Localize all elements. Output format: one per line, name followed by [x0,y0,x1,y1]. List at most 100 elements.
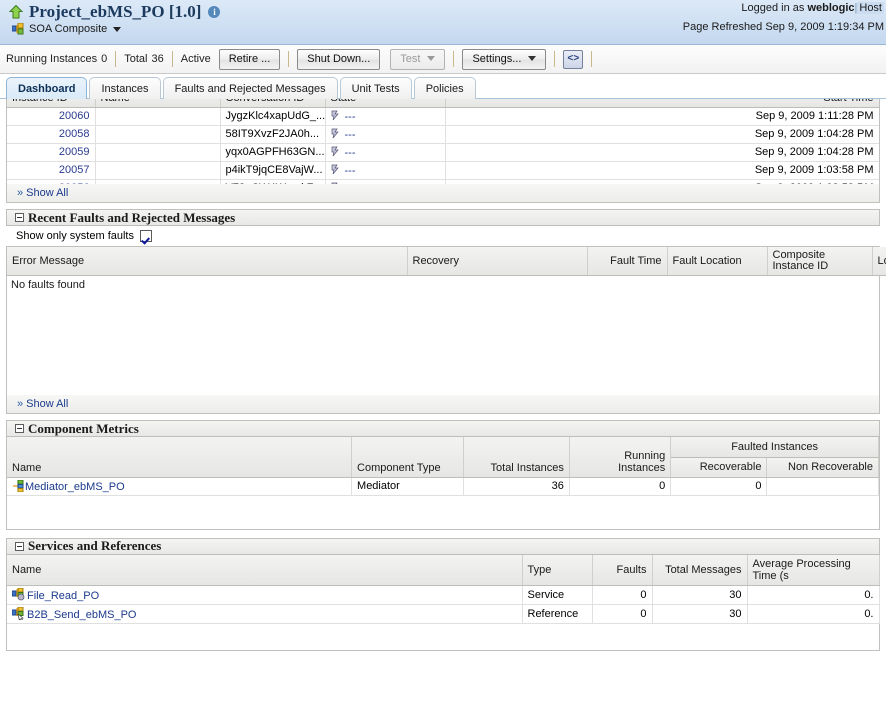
state-flag-icon [331,146,340,157]
cell-instance-id[interactable]: 20060 [7,107,95,125]
faults-show-all-row[interactable]: » Show All [6,395,880,414]
composite-toolbar: Running Instances0 Total36 Active Retire… [0,45,886,74]
cell-start-time: Sep 9, 2009 1:04:28 PM [445,125,879,143]
faults-table: Error Message Recovery Fault Time Fault … [7,247,886,276]
logged-in-user: weblogic [807,2,854,14]
cell-start-time: Sep 9, 2009 1:03:58 PM [445,179,879,184]
cell-start-time: Sep 9, 2009 1:03:58 PM [445,161,879,179]
system-faults-checkbox[interactable] [140,230,152,242]
table-row[interactable]: 20057p4ikT9jqCE8VajW...---Sep 9, 2009 1:… [7,161,879,179]
cell-type: Service [522,585,592,604]
table-header-row: Error Message Recovery Fault Time Fault … [7,247,886,276]
col-state[interactable]: State [325,99,445,107]
col-recovery[interactable]: Recovery [407,247,587,276]
col-faulted-instances[interactable]: Faulted Instances [671,437,879,457]
faults-show-all-link[interactable]: Show All [26,398,68,410]
table-row[interactable]: File_Read_POService0300. [7,585,879,604]
table-row[interactable]: 20060JygzKlc4xapUdG_...---Sep 9, 2009 1:… [7,107,879,125]
table-row[interactable]: B2B_Send_ebMS_POReference0300. [7,604,879,623]
col-name[interactable]: Name [7,555,522,586]
component-metrics-empty-area [7,496,879,529]
chevron-down-icon[interactable] [113,27,121,32]
component-link[interactable]: Mediator_ebMS_PO [25,481,125,493]
home-up-arrow-icon[interactable] [8,4,24,20]
tab-faults-and-rejected-messages[interactable]: Faults and Rejected Messages [163,77,338,99]
cell-component-name[interactable]: Mediator_ebMS_PO [7,477,352,495]
collapse-icon[interactable] [15,424,24,433]
col-total-messages[interactable]: Total Messages [652,555,747,586]
component-metrics-table-wrapper: Name Component Type Total Instances Runn… [6,437,880,530]
col-error-message[interactable]: Error Message [7,247,407,276]
col-conversation-id[interactable]: Conversation ID [220,99,325,107]
mediator-icon [12,480,25,492]
col-fault-location[interactable]: Fault Location [667,247,767,276]
col-total-instances[interactable]: Total Instances [463,437,569,477]
table-row[interactable]: 20059yqx0AGPFH63GN...---Sep 9, 2009 1:04… [7,143,879,161]
page-title-row: Project_ebMS_PO [1.0] i [8,2,220,22]
cell-instance-id[interactable]: 20056 [7,179,95,184]
table-row[interactable]: 20056V78qCW4Wr_xkF...---Sep 9, 2009 1:03… [7,179,879,184]
source-code-icon[interactable]: <> [563,50,583,69]
info-icon[interactable]: i [208,6,220,18]
service-link[interactable]: B2B_Send_ebMS_PO [27,609,136,621]
composite-selector[interactable]: SOA Composite [12,23,121,35]
recent-faults-section-header[interactable]: Recent Faults and Rejected Messages [6,209,880,226]
component-metrics-table: Name Component Type Total Instances Runn… [7,437,879,496]
composite-label: SOA Composite [29,23,107,35]
retire-button[interactable]: Retire ... [219,49,281,70]
col-average-processing-time[interactable]: Average Processing Time (s [747,555,879,586]
services-references-table: Name Type Faults Total Messages Average … [7,555,880,624]
cell-name [95,143,220,161]
table-row[interactable]: 2005858IT9XvzF2JA0h...---Sep 9, 2009 1:0… [7,125,879,143]
instances-show-all-row[interactable]: » Show All [6,184,880,203]
col-type[interactable]: Type [522,555,592,586]
tab-instances[interactable]: Instances [89,77,160,99]
services-references-section-header[interactable]: Services and References [6,538,880,555]
cell-conversation-id: JygzKlc4xapUdG_... [220,107,325,125]
collapse-icon[interactable] [15,542,24,551]
tab-policies[interactable]: Policies [414,77,476,99]
col-log[interactable]: Log [872,247,886,276]
state-flag-icon [331,128,340,139]
services-references-table-wrapper: Name Type Faults Total Messages Average … [6,555,880,651]
col-recoverable[interactable]: Recoverable [671,457,767,477]
toolbar-divider [554,51,555,67]
cell-faults: 0 [592,604,652,623]
col-instance-id[interactable]: Instance ID [7,99,95,107]
tab-unit-tests[interactable]: Unit Tests [340,77,412,99]
cell-service-name[interactable]: File_Read_PO [7,585,522,604]
col-non-recoverable[interactable]: Non Recoverable [767,457,879,477]
cell-state: --- [325,107,445,125]
col-start-time[interactable]: Start Time [445,99,879,107]
page-title: Project_ebMS_PO [1.0] [29,2,201,22]
cell-service-name[interactable]: B2B_Send_ebMS_PO [7,604,522,623]
cell-instance-id[interactable]: 20058 [7,125,95,143]
system-faults-filter-row: Show only system faults [6,226,880,246]
shutdown-button[interactable]: Shut Down... [297,49,380,70]
col-component-type[interactable]: Component Type [352,437,463,477]
col-name[interactable]: Name [95,99,220,107]
col-fault-time[interactable]: Fault Time [587,247,667,276]
component-metrics-section-header[interactable]: Component Metrics [6,420,880,437]
cell-instance-id[interactable]: 20057 [7,161,95,179]
instances-show-all-link[interactable]: Show All [26,187,68,199]
collapse-icon[interactable] [15,213,24,222]
col-composite-instance-id[interactable]: Composite Instance ID [767,247,872,276]
cell-instance-id[interactable]: 20059 [7,143,95,161]
header-user-info: Logged in as weblogic|Host Page Refreshe… [683,2,886,33]
cell-recoverable: 0 [671,477,767,495]
col-faults[interactable]: Faults [592,555,652,586]
col-running-instances[interactable]: Running Instances [569,437,670,477]
col-name[interactable]: Name [7,437,352,477]
cell-running-instances: 0 [569,477,670,495]
settings-button[interactable]: Settings... [462,49,546,70]
test-button[interactable]: Test [390,49,445,70]
table-row[interactable]: Mediator_ebMS_POMediator3600 [7,477,879,495]
service-link[interactable]: File_Read_PO [27,590,99,602]
double-chevron-icon: » [17,187,21,199]
tab-dashboard[interactable]: Dashboard [6,77,87,99]
cell-state: --- [325,179,445,184]
settings-button-label: Settings... [472,53,521,65]
cell-non-recoverable [767,477,879,495]
component-metrics-panel: Component Metrics Name Component Type To… [6,420,880,530]
